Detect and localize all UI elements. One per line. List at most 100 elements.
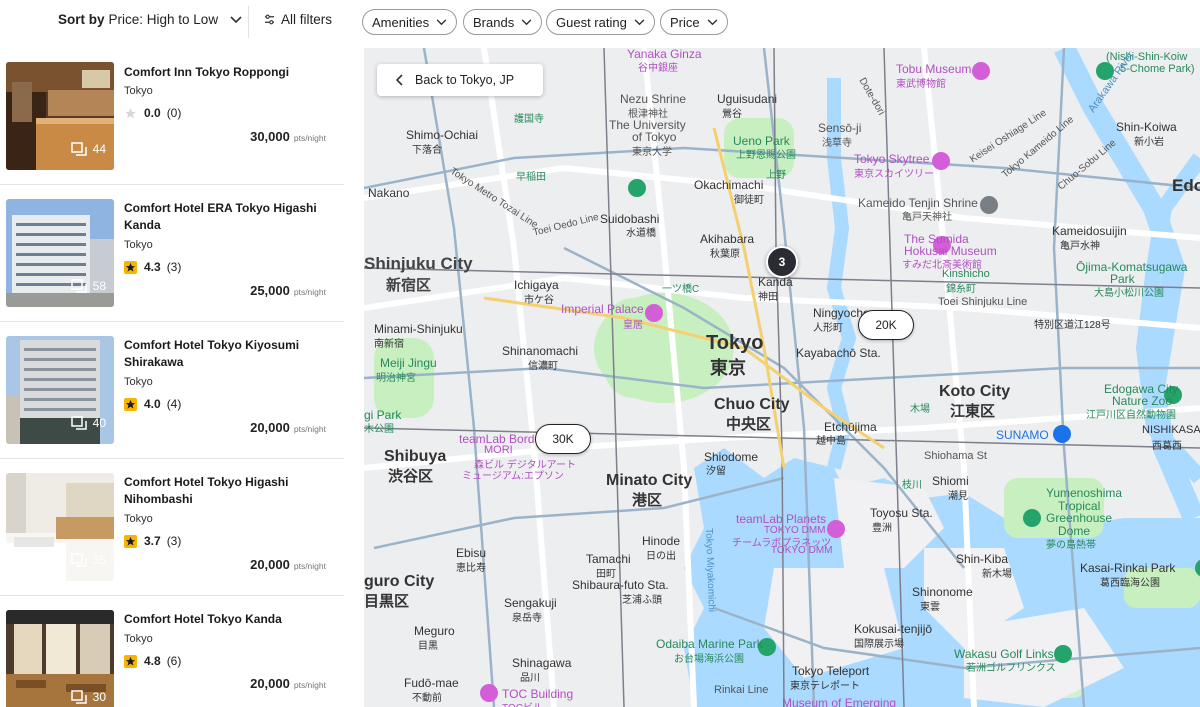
price-unit: pts/night (293, 133, 326, 143)
chevron-down-icon (230, 15, 242, 23)
gallery-icon (70, 142, 87, 156)
photo-count: 40 (92, 416, 106, 430)
hotel-photo[interactable]: 58 (6, 199, 114, 307)
photo-count-badge: 40 (70, 416, 106, 430)
sort-label: Sort by (58, 12, 105, 27)
price-value: 25,000 (250, 283, 290, 298)
hotel-price: 30,000 pts/night (250, 129, 326, 144)
price-filter-chip[interactable]: Price (660, 9, 728, 35)
all-filters-label: All filters (281, 12, 333, 27)
chevron-down-icon (707, 18, 717, 25)
hotel-rating: 4.0 (4) (124, 397, 181, 411)
hotel-name[interactable]: Comfort Hotel Tokyo Kanda (124, 611, 329, 628)
hotel-name[interactable]: Comfort Hotel ERA Tokyo Higashi Kanda (124, 200, 329, 234)
gallery-icon (70, 416, 87, 430)
hotel-cluster-marker[interactable]: 3 (766, 246, 798, 278)
hotel-card[interactable]: 40 Comfort Hotel Tokyo Kiyosumi Shirakaw… (0, 322, 344, 459)
map-view[interactable]: Shinjuku City 新宿区 Tokyo 東京 Chuo City 中央区… (364, 48, 1200, 707)
gallery-icon (70, 553, 87, 567)
star-icon (124, 260, 137, 274)
toolbar-divider (248, 6, 249, 38)
cluster-count: 3 (778, 255, 786, 269)
hotel-price: 20,000 pts/night (250, 420, 326, 435)
price-pin-20k[interactable]: 20K (858, 310, 914, 340)
filter-bar: Sort by Price: High to Low All filters A… (0, 0, 1200, 44)
back-button-label: Back to Tokyo, JP (415, 73, 515, 87)
gallery-icon (70, 690, 87, 704)
photo-count: 58 (92, 279, 106, 293)
hotel-price: 20,000 pts/night (250, 557, 326, 572)
price-pin-30k[interactable]: 30K (535, 424, 591, 454)
filters-icon (264, 14, 275, 25)
chip-label: Guest rating (556, 14, 627, 30)
rating-score: 3.7 (144, 534, 161, 548)
all-filters-button[interactable]: All filters (264, 12, 332, 27)
star-icon (124, 106, 137, 120)
chip-label: Brands (473, 14, 515, 30)
hotel-name[interactable]: Comfort Hotel Tokyo Higashi Nihombashi (124, 474, 329, 508)
chip-label: Amenities (372, 14, 430, 30)
price-unit: pts/night (293, 424, 326, 434)
hotel-city: Tokyo (124, 513, 153, 525)
review-count: (0) (166, 106, 182, 120)
chevron-down-icon (634, 18, 645, 25)
hotel-list: 44 Comfort Inn Tokyo Roppongi Tokyo 0.0 … (0, 48, 344, 707)
hotel-photo[interactable]: 30 (6, 610, 114, 707)
price-unit: pts/night (293, 680, 326, 690)
brands-filter-chip[interactable]: Brands (463, 9, 543, 35)
hotel-name[interactable]: Comfort Inn Tokyo Roppongi (124, 64, 329, 81)
gallery-icon (70, 279, 87, 293)
map-base (364, 48, 1200, 707)
hotel-card[interactable]: 58 Comfort Hotel ERA Tokyo Higashi Kanda… (0, 185, 344, 322)
rating-score: 0.0 (144, 106, 161, 120)
photo-count-badge: 44 (70, 142, 106, 156)
price-value: 30,000 (250, 129, 290, 144)
hotel-photo[interactable]: 44 (6, 62, 114, 170)
star-icon (124, 534, 137, 548)
hotel-photo[interactable]: 40 (6, 336, 114, 444)
price-pin-label: 30K (552, 432, 574, 446)
price-value: 20,000 (250, 557, 290, 572)
sort-dropdown[interactable]: Sort by Price: High to Low (58, 12, 242, 27)
hotel-city: Tokyo (124, 85, 153, 97)
hotel-card[interactable]: 35 Comfort Hotel Tokyo Higashi Nihombash… (0, 459, 344, 596)
hotel-rating: 0.0 (0) (124, 106, 181, 120)
price-unit: pts/night (293, 561, 326, 571)
photo-count-badge: 35 (70, 553, 106, 567)
hotel-card[interactable]: 44 Comfort Inn Tokyo Roppongi Tokyo 0.0 … (0, 48, 344, 185)
chip-label: Price (670, 14, 700, 30)
rating-score: 4.0 (144, 397, 161, 411)
review-count: (3) (166, 260, 182, 274)
price-value: 20,000 (250, 676, 290, 691)
price-pin-label: 20K (875, 318, 897, 332)
photo-count-badge: 30 (70, 690, 106, 704)
price-unit: pts/night (293, 287, 326, 297)
hotel-rating: 4.8 (6) (124, 654, 181, 668)
rating-score: 4.3 (144, 260, 161, 274)
chevron-down-icon (521, 18, 532, 25)
hotel-rating: 4.3 (3) (124, 260, 181, 274)
hotel-price: 20,000 pts/night (250, 676, 326, 691)
photo-count-badge: 58 (70, 279, 106, 293)
hotel-name[interactable]: Comfort Hotel Tokyo Kiyosumi Shirakawa (124, 337, 329, 371)
photo-count: 44 (92, 142, 106, 156)
hotel-city: Tokyo (124, 376, 153, 388)
chevron-left-icon (395, 74, 403, 86)
back-to-tokyo-button[interactable]: Back to Tokyo, JP (377, 64, 543, 96)
hotel-rating: 3.7 (3) (124, 534, 181, 548)
photo-count: 35 (92, 553, 106, 567)
rating-score: 4.8 (144, 654, 161, 668)
star-icon (124, 654, 137, 668)
hotel-city: Tokyo (124, 633, 153, 645)
hotel-card[interactable]: 30 Comfort Hotel Tokyo Kanda Tokyo 4.8 (… (0, 596, 344, 707)
sort-value: Price: High to Low (108, 12, 219, 27)
photo-count: 30 (92, 690, 106, 704)
review-count: (6) (166, 654, 182, 668)
review-count: (3) (166, 534, 182, 548)
hotel-price: 25,000 pts/night (250, 283, 326, 298)
amenities-filter-chip[interactable]: Amenities (362, 9, 458, 35)
hotel-city: Tokyo (124, 239, 153, 251)
review-count: (4) (166, 397, 182, 411)
hotel-photo[interactable]: 35 (6, 473, 114, 581)
guest-rating-filter-chip[interactable]: Guest rating (546, 9, 655, 35)
